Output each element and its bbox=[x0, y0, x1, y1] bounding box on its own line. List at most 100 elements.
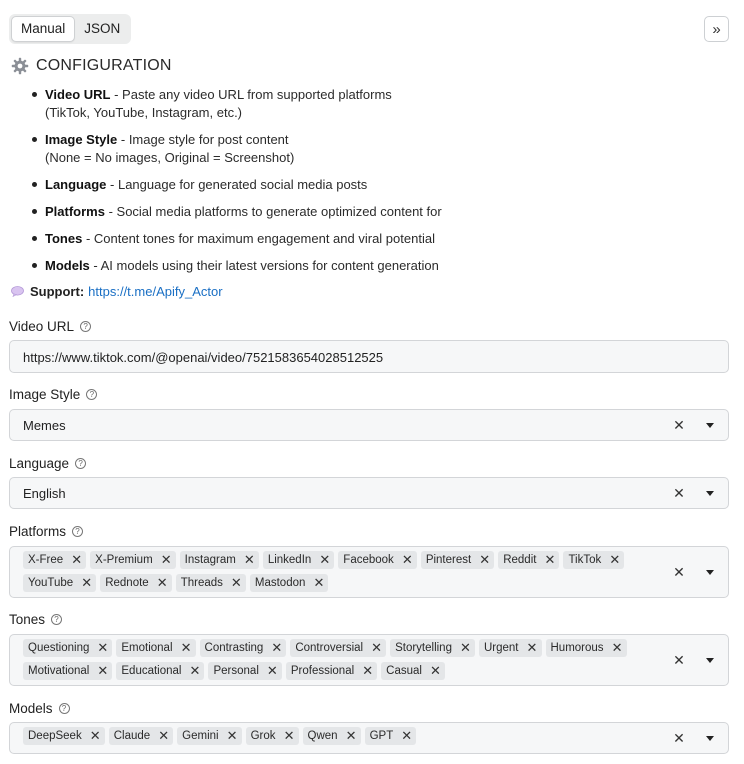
chip-remove-icon[interactable]: ✕ bbox=[362, 662, 373, 680]
chip-remove-icon[interactable]: ✕ bbox=[97, 639, 108, 657]
chip-remove-icon[interactable]: ✕ bbox=[527, 639, 538, 657]
chip: Pinterest ✕ bbox=[420, 551, 495, 569]
chip-remove-icon[interactable]: ✕ bbox=[158, 727, 169, 745]
chip-remove-icon[interactable]: ✕ bbox=[371, 639, 382, 657]
chip-label: YouTube bbox=[28, 577, 74, 589]
chip-remove-icon[interactable]: ✕ bbox=[313, 574, 324, 592]
chevron-down-icon[interactable] bbox=[706, 658, 714, 663]
chip-label: Claude bbox=[113, 730, 151, 742]
chip: Rednote ✕ bbox=[100, 574, 172, 592]
chip-remove-icon[interactable]: ✕ bbox=[227, 727, 238, 745]
image-style-select[interactable]: Memes ✕ bbox=[9, 409, 729, 441]
chevron-down-icon[interactable] bbox=[706, 423, 714, 428]
chip-remove-icon[interactable]: ✕ bbox=[544, 551, 556, 569]
chip-label: Grok bbox=[250, 730, 276, 742]
chip: Reddit ✕ bbox=[498, 551, 560, 569]
chip-remove-icon[interactable]: ✕ bbox=[90, 727, 101, 745]
chip-label: Urgent bbox=[483, 642, 519, 654]
tones-multiselect[interactable]: Questioning ✕ Emotional ✕ Contrasting ✕ Contro… bbox=[9, 634, 729, 686]
chip-remove-icon[interactable]: ✕ bbox=[460, 639, 471, 657]
gear-icon bbox=[11, 57, 29, 75]
chip-remove-icon[interactable]: ✕ bbox=[71, 551, 82, 569]
chip-label: Rednote bbox=[105, 577, 149, 589]
list-item: Video URL - Paste any video URL from sup… bbox=[32, 86, 685, 131]
chip-remove-icon[interactable]: ✕ bbox=[81, 574, 92, 592]
chip-remove-icon[interactable]: ✕ bbox=[479, 551, 490, 569]
chip-label: Facebook bbox=[343, 554, 394, 566]
chip: Facebook ✕ bbox=[338, 551, 417, 569]
clear-icon[interactable]: ✕ bbox=[672, 485, 686, 502]
models-chip-list: DeepSeek ✕ Claude ✕ Gemini ✕ Grok ✕ Qwen ✕ GPT ✕ bbox=[23, 725, 643, 748]
chip-remove-icon[interactable]: ✕ bbox=[161, 551, 172, 569]
editor-mode-tabs: Manual JSON bbox=[9, 14, 132, 44]
list-item: Models - AI models using their latest ve… bbox=[32, 257, 685, 284]
chip-remove-icon[interactable]: ✕ bbox=[189, 662, 201, 680]
chip-remove-icon[interactable]: ✕ bbox=[267, 662, 278, 680]
clear-icon[interactable]: ✕ bbox=[672, 564, 686, 581]
chip-label: Threads bbox=[180, 577, 223, 589]
chip-remove-icon[interactable]: ✕ bbox=[346, 727, 357, 745]
chip-remove-icon[interactable]: ✕ bbox=[401, 727, 412, 745]
chip-remove-icon[interactable]: ✕ bbox=[157, 574, 168, 592]
chevron-down-icon[interactable] bbox=[706, 736, 714, 741]
chip-remove-icon[interactable]: ✕ bbox=[181, 639, 192, 657]
clear-icon[interactable]: ✕ bbox=[672, 417, 686, 434]
tab-json[interactable]: JSON bbox=[75, 16, 129, 42]
chip-remove-icon[interactable]: ✕ bbox=[271, 639, 282, 657]
chevron-down-icon[interactable] bbox=[706, 570, 714, 575]
help-icon[interactable]: ? bbox=[51, 614, 63, 625]
chip-label: X-Premium bbox=[95, 554, 153, 566]
chip-remove-icon[interactable]: ✕ bbox=[319, 551, 330, 569]
video-url-label: Video URL? bbox=[9, 319, 92, 334]
help-icon[interactable]: ? bbox=[86, 389, 98, 400]
chip-label: LinkedIn bbox=[267, 554, 312, 566]
speech-bubble-icon bbox=[11, 286, 24, 297]
chip-remove-icon[interactable]: ✕ bbox=[284, 727, 295, 745]
video-url-field[interactable] bbox=[9, 340, 729, 374]
chip: Instagram ✕ bbox=[179, 551, 259, 569]
language-select[interactable]: English ✕ bbox=[9, 477, 729, 509]
chip-remove-icon[interactable]: ✕ bbox=[97, 662, 108, 680]
video-url-input[interactable] bbox=[10, 341, 728, 374]
help-icon[interactable]: ? bbox=[58, 703, 70, 714]
chip: Threads ✕ bbox=[175, 574, 246, 592]
help-icon[interactable]: ? bbox=[72, 526, 84, 537]
chip-label: Emotional bbox=[121, 642, 173, 654]
chip-label: TikTok bbox=[568, 554, 602, 566]
image-style-value: Memes bbox=[23, 418, 66, 433]
chip: Humorous ✕ bbox=[545, 639, 627, 657]
language-label: Language? bbox=[9, 456, 87, 471]
chip: LinkedIn ✕ bbox=[262, 551, 335, 569]
chip: Contrasting ✕ bbox=[199, 639, 287, 657]
chip-remove-icon[interactable]: ✕ bbox=[609, 551, 620, 569]
chevron-down-icon[interactable] bbox=[706, 491, 714, 496]
chip: Storytelling ✕ bbox=[390, 639, 475, 657]
chip: Controversial ✕ bbox=[290, 639, 387, 657]
chip-remove-icon[interactable]: ✕ bbox=[231, 574, 242, 592]
collapse-button[interactable]: » bbox=[704, 16, 729, 42]
help-icon[interactable]: ? bbox=[75, 458, 87, 469]
chip: Casual ✕ bbox=[381, 662, 445, 680]
chip: Motivational ✕ bbox=[23, 662, 113, 680]
chip-label: Instagram bbox=[184, 554, 236, 566]
chip-remove-icon[interactable]: ✕ bbox=[612, 639, 623, 657]
models-multiselect[interactable]: DeepSeek ✕ Claude ✕ Gemini ✕ Grok ✕ Qwen ✕ GPT ✕ ✕ bbox=[9, 722, 729, 754]
support-link[interactable]: https://t.me/Apify_Actor bbox=[88, 284, 222, 299]
chip: Professional ✕ bbox=[285, 662, 378, 680]
models-label: Models? bbox=[9, 701, 70, 716]
tones-label: Tones? bbox=[9, 612, 63, 627]
chip: Personal ✕ bbox=[208, 662, 282, 680]
chip: Mastodon ✕ bbox=[249, 574, 329, 592]
chip-remove-icon[interactable]: ✕ bbox=[244, 551, 255, 569]
list-item: Tones - Content tones for maximum engage… bbox=[32, 230, 685, 257]
clear-icon[interactable]: ✕ bbox=[672, 652, 686, 669]
tab-manual[interactable]: Manual bbox=[11, 16, 76, 42]
chip-remove-icon[interactable]: ✕ bbox=[430, 662, 441, 680]
chip: DeepSeek ✕ bbox=[23, 727, 105, 745]
list-item: Language - Language for generated social… bbox=[32, 176, 685, 203]
chip-label: Professional bbox=[290, 665, 355, 677]
help-icon[interactable]: ? bbox=[80, 321, 92, 332]
clear-icon[interactable]: ✕ bbox=[672, 730, 686, 747]
platforms-multiselect[interactable]: X-Free ✕ X-Premium ✕ Instagram ✕ LinkedIn ✕ Face… bbox=[9, 546, 729, 598]
chip-remove-icon[interactable]: ✕ bbox=[402, 551, 413, 569]
